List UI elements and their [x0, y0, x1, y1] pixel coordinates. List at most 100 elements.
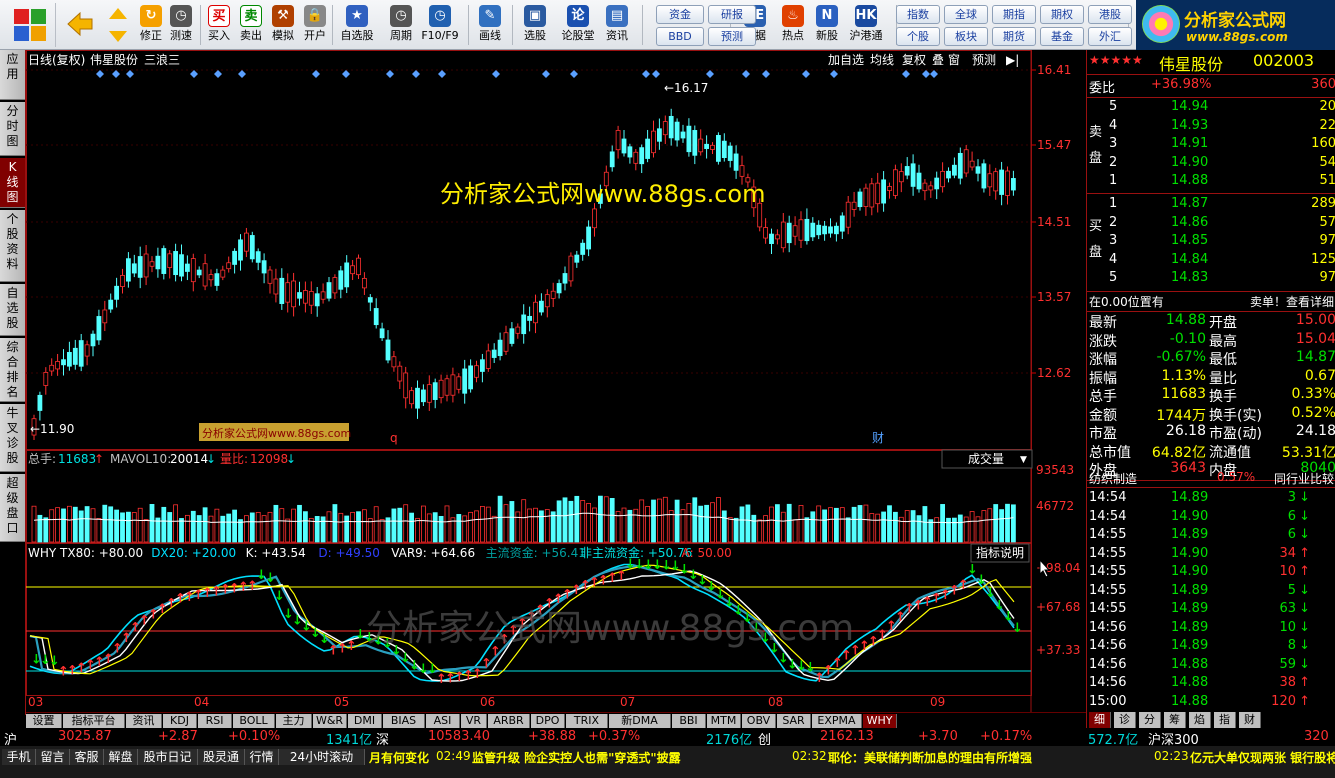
indicator-tab-0[interactable]: 设置	[26, 714, 62, 728]
toolbar-button-news[interactable]: ▤ 资讯	[602, 3, 632, 47]
indicator-tab-20[interactable]: EXPMA	[812, 714, 862, 728]
quick-button-5[interactable]: 全球	[944, 5, 988, 24]
quick-button-10[interactable]: 板块	[944, 27, 988, 46]
toolbar-button-clock[interactable]: ◷ 测速	[166, 3, 196, 47]
quick-button-3[interactable]: 预测	[708, 27, 756, 46]
quick-button-0[interactable]: 资金	[656, 5, 704, 24]
indicator-tab-4[interactable]: RSI	[198, 714, 232, 728]
indicator-tab-9[interactable]: BIAS	[383, 714, 425, 728]
toolbar-button-discuss[interactable]: 论论股堂	[560, 3, 596, 47]
indicator-tab-5[interactable]: BOLL	[233, 714, 275, 728]
volume-bar	[432, 512, 438, 543]
quick-button-8[interactable]: 港股	[1088, 5, 1132, 24]
indicator-tab-7[interactable]: W&R	[313, 714, 347, 728]
indicator-tab-19[interactable]: SAR	[777, 714, 811, 728]
position-detail-link[interactable]: 卖单！查看详细	[1250, 293, 1334, 310]
indicator-tab-11[interactable]: VR	[461, 714, 487, 728]
toolbar-button-pen[interactable]: ✎ 画线	[474, 3, 506, 47]
indicator-tab-21[interactable]: WHY	[863, 714, 897, 728]
indicator-tab-16[interactable]: BBI	[672, 714, 706, 728]
toolbar-button-sell[interactable]: 卖卖出	[236, 3, 266, 47]
volume-bar	[479, 505, 485, 543]
quick-button-1[interactable]: 研报	[708, 5, 756, 24]
indicator-tab-13[interactable]: DPO	[531, 714, 565, 728]
toolbar-button-newstock[interactable]: N 新股	[812, 3, 842, 47]
industry-name[interactable]: 纺织制造	[1089, 470, 1137, 487]
footer-button-3[interactable]: 解盘	[104, 749, 138, 765]
footer-button-4[interactable]: 股市日记	[138, 749, 198, 765]
indicator-tab-1[interactable]: 指标平台	[63, 714, 125, 728]
indicator-tab-8[interactable]: DMI	[348, 714, 382, 728]
chart-scroll-icon[interactable]: ▶|	[1006, 53, 1019, 67]
quick-button-2[interactable]: BBD	[656, 27, 704, 46]
right-panel-tab-6[interactable]: 财	[1239, 712, 1261, 728]
toolbar-button-lock[interactable]: 🔒 开户	[300, 3, 330, 47]
indicator-tab-6[interactable]: 主力	[276, 714, 312, 728]
left-tab-1[interactable]: 分时图	[0, 102, 25, 156]
up-down-button[interactable]	[104, 3, 132, 47]
quick-button-7[interactable]: 期权	[1040, 5, 1084, 24]
chart-header-button-3[interactable]: 叠	[932, 53, 944, 67]
quick-button-6[interactable]: 期指	[992, 5, 1036, 24]
news-headline[interactable]: 亿元大单仅现两张 银行股将	[1190, 749, 1335, 766]
toolbar-button-buy[interactable]: 买买入	[204, 3, 234, 47]
indicator-tab-18[interactable]: OBV	[742, 714, 776, 728]
candle-body	[361, 277, 367, 289]
footer-button-0[interactable]: 手机	[2, 749, 36, 765]
footer-button-6[interactable]: 行情	[245, 749, 279, 765]
quick-button-9[interactable]: 个股	[896, 27, 940, 46]
toolbar-button-f10[interactable]: ◷ F10/F9	[420, 3, 460, 47]
chart-header-button-5[interactable]: 预测	[972, 53, 996, 67]
quick-button-4[interactable]: 指数	[896, 5, 940, 24]
right-panel-tab-3[interactable]: 筹	[1164, 712, 1186, 728]
left-tab-5[interactable]: 综合排名	[0, 338, 25, 402]
quick-button-12[interactable]: 基金	[1040, 27, 1084, 46]
news-headline[interactable]: 耶伦：美联储判断加息的理由有所增强	[828, 749, 1032, 766]
chart-header-button-2[interactable]: 复权	[902, 53, 926, 67]
footer-button-5[interactable]: 股灵通	[198, 749, 245, 765]
indicator-tab-2[interactable]: 资讯	[126, 714, 162, 728]
indicator-tab-3[interactable]: KDJ	[163, 714, 197, 728]
left-tab-6[interactable]: 牛叉诊股	[0, 404, 25, 472]
toolbar-button-refresh[interactable]: ↻ 修正	[136, 3, 166, 47]
footer-button-7[interactable]: 24小时滚动	[279, 749, 365, 765]
industry-compare-link[interactable]: 同行业比较	[1274, 470, 1334, 487]
candle-body	[37, 394, 43, 411]
indicator-tab-17[interactable]: MTM	[707, 714, 741, 728]
toolbar-button-hammer[interactable]: ⚒ 模拟	[268, 3, 298, 47]
toolbar-button-clock[interactable]: ◷ 周期	[384, 3, 418, 47]
left-tab-2[interactable]: K线图	[0, 158, 25, 208]
quote-label: 总手	[1089, 389, 1117, 405]
toolbar-button-star[interactable]: ★ 自选股	[338, 3, 376, 47]
chart-header-button-4[interactable]: 窗	[948, 53, 960, 67]
right-panel-tab-2[interactable]: 分	[1139, 712, 1161, 728]
toolbar-button-screen[interactable]: ▣ 选股	[518, 3, 552, 47]
news-headline[interactable]: 月有何变化	[369, 749, 429, 766]
toolbar-button-hkconnect[interactable]: HK 沪港通	[846, 3, 886, 47]
right-panel-tab-5[interactable]: 指	[1214, 712, 1236, 728]
back-button[interactable]	[62, 3, 96, 47]
right-panel-tab-4[interactable]: 焰	[1189, 712, 1211, 728]
footer-button-1[interactable]: 留言	[36, 749, 70, 765]
left-tab-3[interactable]: 个股资料	[0, 210, 25, 282]
right-panel-tab-1[interactable]: 诊	[1114, 712, 1136, 728]
right-panel-tab-0[interactable]: 细	[1089, 712, 1111, 728]
quick-button-13[interactable]: 外汇	[1088, 27, 1132, 46]
news-headline[interactable]: 监管升级 险企实控人也需"穿透式"披露	[472, 749, 681, 766]
indicator-tab-12[interactable]: ARBR	[488, 714, 530, 728]
left-tab-7[interactable]: 超级盘口	[0, 474, 25, 542]
volume-bar	[609, 498, 615, 543]
candle-body	[137, 256, 143, 278]
left-tab-label: 分时图	[6, 104, 19, 148]
left-tab-4[interactable]: 自选股	[0, 284, 25, 336]
quick-button-11[interactable]: 期货	[992, 27, 1036, 46]
indicator-tab-10[interactable]: ASI	[426, 714, 460, 728]
footer-button-2[interactable]: 客服	[70, 749, 104, 765]
toolbar-button-fire[interactable]: ♨ 热点	[778, 3, 808, 47]
app-menu-button[interactable]	[4, 3, 56, 47]
chart-header-button-0[interactable]: 加自选	[828, 53, 864, 67]
left-tab-0[interactable]: 应用	[0, 50, 25, 100]
indicator-tab-14[interactable]: TRIX	[566, 714, 608, 728]
chart-header-button-1[interactable]: 均线	[870, 53, 894, 67]
indicator-tab-15[interactable]: 新DMA	[609, 714, 671, 728]
